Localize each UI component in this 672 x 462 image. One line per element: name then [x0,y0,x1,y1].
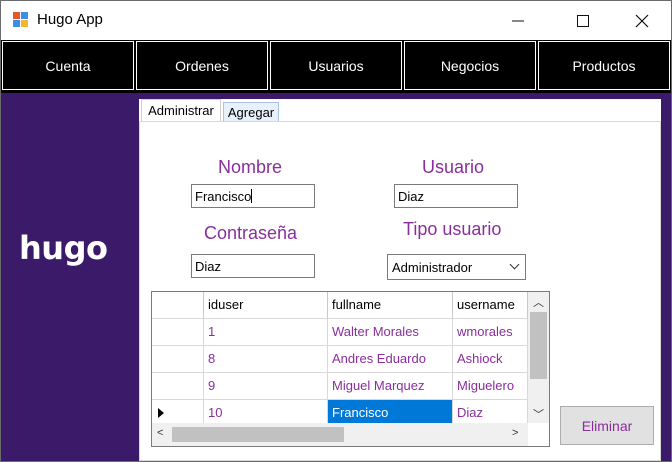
horizontal-scrollbar[interactable]: < > [152,423,528,446]
current-row-icon [158,408,164,418]
row-header[interactable] [152,373,204,400]
usuario-input[interactable]: Diaz [394,184,518,208]
close-button[interactable] [619,1,665,40]
tab-administrar[interactable]: Administrar [141,99,221,121]
row-header[interactable] [152,319,204,346]
top-nav: Cuenta Ordenes Usuarios Negocios Product… [1,40,671,93]
eliminar-button[interactable]: Eliminar [560,406,654,445]
nombre-input[interactable]: Francisco [191,184,315,208]
window-title: Hugo App [37,11,103,28]
sidebar: hugo [1,93,139,461]
column-header-username[interactable]: username [453,292,528,319]
maximize-button[interactable] [560,1,606,40]
usuario-label: Usuario [422,157,485,177]
title-bar[interactable]: Hugo App [1,1,671,40]
row-header[interactable] [152,346,204,373]
nombre-label: Nombre [218,157,283,177]
table-cell-username[interactable]: Miguelero [453,373,528,400]
table-cell-username[interactable]: Ashiock [453,346,528,373]
chevron-down-icon [509,259,520,270]
column-header-fullname[interactable]: fullname [328,292,453,319]
nav-cuenta[interactable]: Cuenta [2,41,134,90]
scroll-up-icon[interactable]: ︿ [533,294,544,310]
nav-productos[interactable]: Productos [538,41,670,90]
table-cell-iduser[interactable]: 1 [204,319,328,346]
hugo-logo: hugo [19,229,108,267]
vertical-scroll-thumb[interactable] [530,312,547,379]
tipo-usuario-select[interactable]: Administrador [387,254,526,280]
app-icon [13,12,29,28]
app-window: Hugo App Cuenta Ordenes Usuarios Negocio… [0,0,672,462]
scroll-right-icon[interactable]: > [512,427,518,439]
table-cell-fullname[interactable]: Miguel Marquez [328,373,453,400]
vertical-scrollbar[interactable]: ︿ ﹀ [528,292,549,423]
nav-negocios[interactable]: Negocios [404,41,536,90]
nav-ordenes[interactable]: Ordenes [136,41,268,90]
table-cell-fullname[interactable]: Walter Morales [328,319,453,346]
contrasena-input[interactable]: Diaz [191,254,315,278]
scroll-down-icon[interactable]: ﹀ [533,406,544,422]
minimize-icon [512,20,524,21]
table-cell-iduser[interactable]: 9 [204,373,328,400]
table-cell-iduser[interactable]: 8 [204,346,328,373]
users-table[interactable]: iduser fullname username 1 Walter Morale… [151,291,550,447]
column-header-iduser[interactable]: iduser [204,292,328,319]
frame-right [661,93,671,461]
nav-usuarios[interactable]: Usuarios [270,41,402,90]
tipo-usuario-value: Administrador [392,260,473,275]
scroll-left-icon[interactable]: < [157,427,163,439]
table-cell-username[interactable]: wmorales [453,319,528,346]
close-icon [635,14,649,27]
nombre-value: Francisco [195,189,252,204]
text-cursor [251,189,253,203]
minimize-button[interactable] [495,1,541,40]
horizontal-scroll-thumb[interactable] [172,427,344,442]
tipo-usuario-label: Tipo usuario [403,219,502,239]
contrasena-label: Contraseña [204,223,298,243]
table-cell-fullname[interactable]: Andres Eduardo [328,346,453,373]
maximize-icon [577,14,589,27]
tab-agregar[interactable]: Agregar [223,102,279,122]
row-header-corner [152,292,204,319]
